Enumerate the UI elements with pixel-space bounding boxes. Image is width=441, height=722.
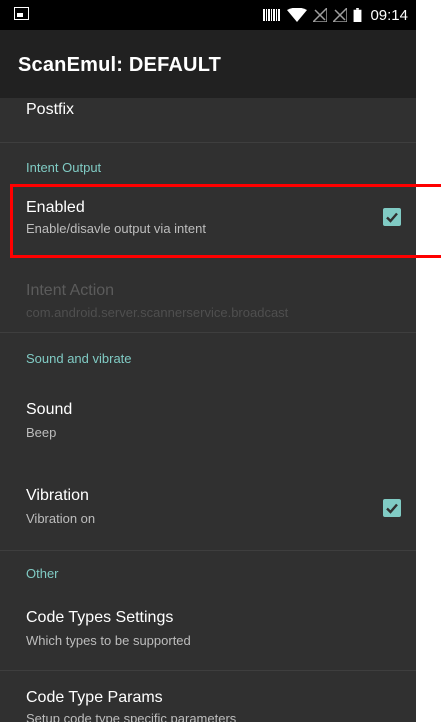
divider bbox=[0, 142, 416, 143]
vibration-checkbox[interactable] bbox=[383, 499, 401, 517]
enabled-checkbox[interactable] bbox=[383, 208, 401, 226]
pref-summary: Which types to be supported bbox=[26, 633, 191, 648]
status-bar: 09:14 bbox=[0, 0, 416, 30]
pref-postfix[interactable]: Postfix bbox=[0, 98, 416, 138]
pref-intent-enabled[interactable]: Enabled Enable/disavle output via intent bbox=[0, 186, 416, 256]
pref-summary: Setup code type specific parameters bbox=[26, 711, 237, 722]
wifi-icon bbox=[287, 8, 308, 22]
clock: 09:14 bbox=[370, 6, 408, 24]
pref-sound[interactable]: Sound Beep bbox=[0, 382, 416, 452]
pref-title: Vibration bbox=[26, 487, 89, 504]
picture-icon bbox=[14, 7, 29, 20]
pref-title: Code Types Settings bbox=[26, 609, 174, 626]
pref-summary: Beep bbox=[26, 425, 57, 440]
page-title: ScanEmul: DEFAULT bbox=[18, 54, 222, 76]
pref-summary: com.android.server.scannerservice.broadc… bbox=[26, 305, 289, 320]
pref-title: Intent Action bbox=[26, 282, 115, 299]
barcode-icon bbox=[263, 9, 281, 21]
pref-title: Postfix bbox=[26, 101, 75, 118]
pref-code-types-settings[interactable]: Code Types Settings Which types to be su… bbox=[0, 595, 416, 667]
check-icon bbox=[386, 503, 398, 514]
divider bbox=[0, 550, 416, 551]
category-intent-output: Intent Output bbox=[26, 160, 102, 175]
phone-screen: 09:14 ScanEmul: DEFAULT Postfix Intent O… bbox=[0, 0, 416, 722]
pref-summary: Enable/disavle output via intent bbox=[26, 221, 206, 236]
divider bbox=[0, 670, 416, 671]
pref-title: Code Type Params bbox=[26, 689, 163, 706]
check-icon bbox=[386, 212, 398, 223]
signal-icon bbox=[313, 8, 328, 22]
pref-title: Enabled bbox=[26, 199, 85, 216]
pref-title: Sound bbox=[26, 401, 73, 418]
pref-intent-action: Intent Action com.android.server.scanner… bbox=[0, 268, 416, 332]
signal-icon bbox=[333, 8, 348, 22]
divider bbox=[0, 332, 416, 333]
category-sound-vibrate: Sound and vibrate bbox=[26, 351, 132, 366]
pref-vibration[interactable]: Vibration Vibration on bbox=[0, 470, 416, 542]
category-other: Other bbox=[26, 566, 59, 581]
battery-icon bbox=[354, 8, 362, 22]
pref-code-type-params[interactable]: Code Type Params Setup code type specifi… bbox=[0, 678, 416, 722]
pref-summary: Vibration on bbox=[26, 511, 96, 526]
status-icons: 09:14 bbox=[263, 0, 408, 30]
app-bar: ScanEmul: DEFAULT bbox=[0, 30, 416, 98]
